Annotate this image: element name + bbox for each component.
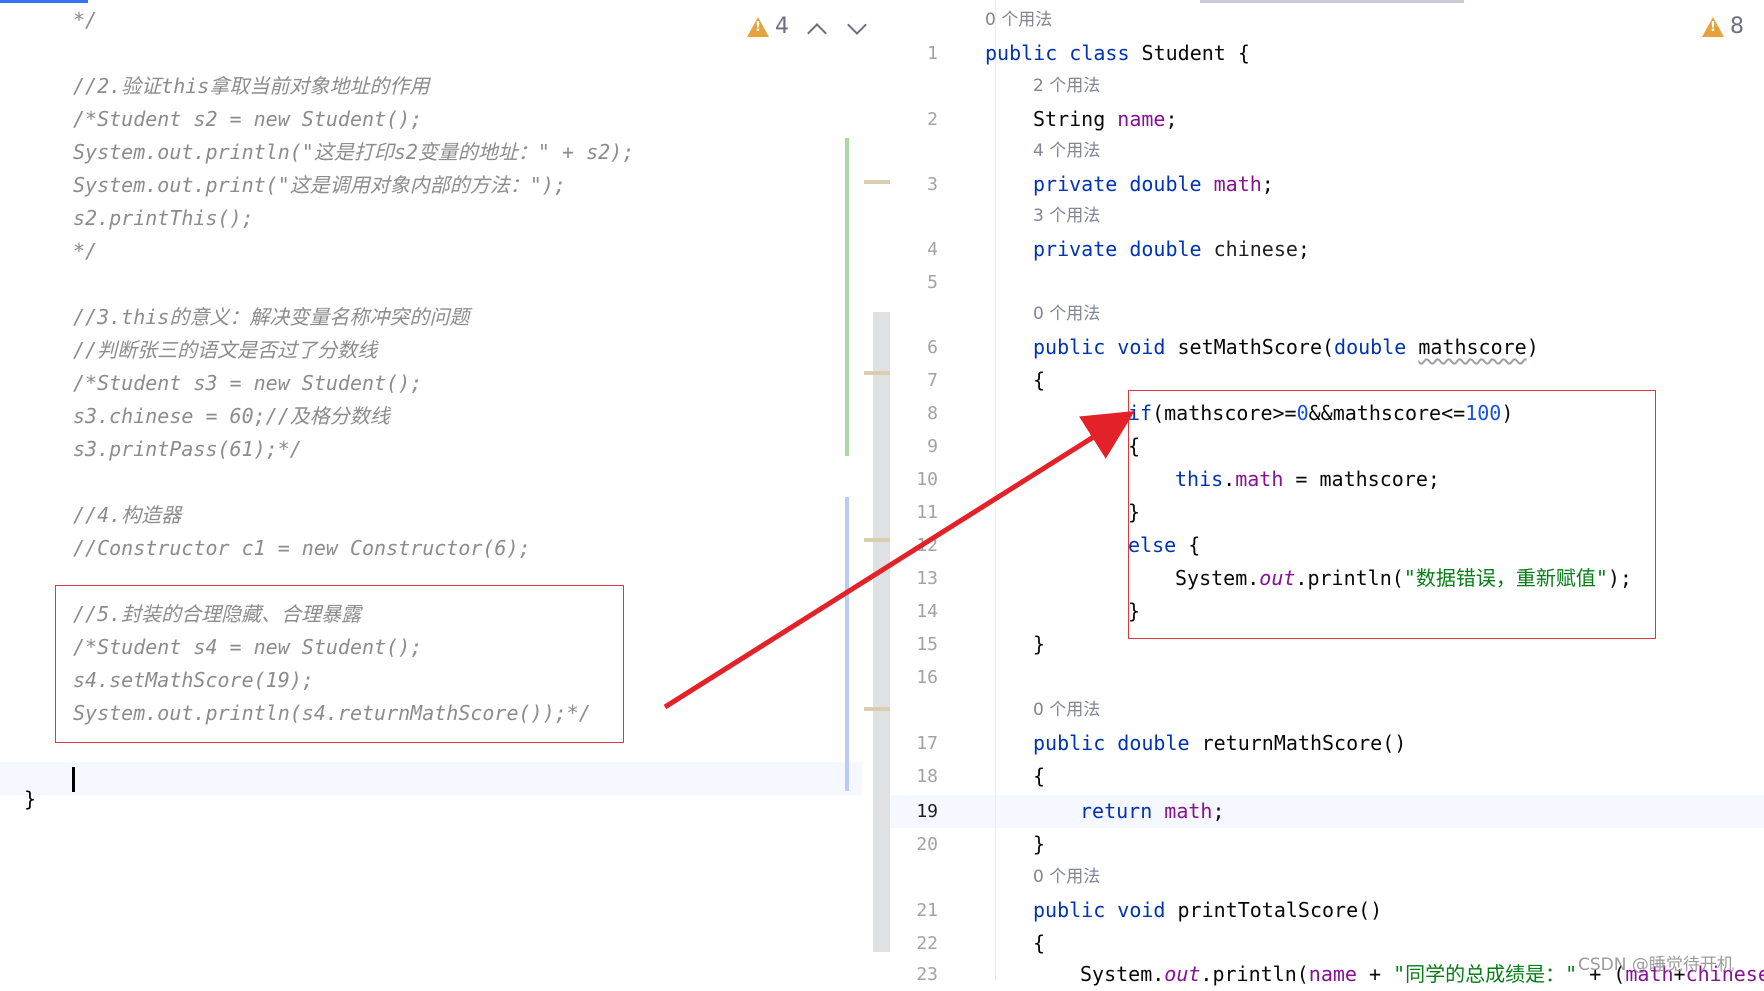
line-number[interactable]: 12 — [890, 529, 938, 562]
usage-hint[interactable]: 0 个用法 — [985, 4, 1052, 37]
code-line: //4.构造器 — [73, 503, 182, 527]
line-number[interactable]: 10 — [890, 463, 938, 496]
warning-icon — [1702, 16, 1724, 37]
tab-indicator — [0, 0, 88, 3]
code-line-7: { — [1033, 368, 1046, 392]
line-number[interactable]: 3 — [890, 168, 938, 201]
line-number[interactable]: 14 — [890, 595, 938, 628]
code-line-1: public class Student { — [985, 41, 1250, 65]
left-inspection-widget[interactable]: 4 — [747, 14, 789, 39]
line-number[interactable]: 8 — [890, 397, 938, 430]
scroll-marker — [864, 707, 890, 711]
usage-hint[interactable]: 2 个用法 — [1033, 70, 1100, 103]
code-line-4: private double chinese; — [1033, 237, 1310, 261]
line-number[interactable]: 6 — [890, 331, 938, 364]
code-line-3: private double math; — [1033, 172, 1274, 196]
tab-indicator — [1200, 0, 1464, 3]
change-marker-added[interactable] — [845, 138, 849, 456]
line-number[interactable]: 1 — [890, 37, 938, 70]
usage-hint[interactable]: 4 个用法 — [1033, 135, 1100, 168]
code-line: //判断张三的语文是否过了分数线 — [73, 338, 378, 362]
active-line-highlight — [890, 795, 1764, 828]
left-editor-pane[interactable]: */ //2.验证this拿取当前对象地址的作用 /*Student s2 = ne… — [0, 0, 890, 980]
code-line: */ — [73, 8, 98, 32]
code-line: s3.printPass(61);*/ — [73, 437, 302, 461]
closing-brace: } — [24, 787, 37, 811]
code-line-20: } — [1033, 832, 1046, 856]
code-line-6: public void setMathScore(double mathscor… — [1033, 335, 1539, 359]
watermark: CSDN @睡觉待开机 — [1578, 955, 1734, 975]
code-line-15: } — [1033, 632, 1046, 656]
line-number[interactable]: 15 — [890, 628, 938, 661]
line-number[interactable]: 7 — [890, 364, 938, 397]
scrollbar-track[interactable] — [873, 312, 890, 952]
warning-count: 8 — [1730, 14, 1744, 39]
code-line: s3.chinese = 60;//及格分数线 — [73, 404, 390, 428]
highlight-box-left — [55, 585, 624, 743]
chevron-down-icon[interactable] — [847, 15, 867, 35]
code-line: s2.printThis(); — [73, 206, 254, 230]
code-line: //Constructor c1 = new Constructor(6); — [73, 536, 531, 560]
usage-hint[interactable]: 0 个用法 — [1033, 694, 1100, 727]
text-caret — [72, 767, 75, 792]
code-line: System.out.println("这是打印s2变量的地址：" + s2); — [73, 140, 635, 164]
line-number[interactable]: 21 — [890, 894, 938, 927]
usage-hint[interactable]: 3 个用法 — [1033, 200, 1100, 233]
line-number[interactable]: 22 — [890, 927, 938, 960]
line-number[interactable]: 18 — [890, 760, 938, 793]
code-line: /*Student s2 = new Student(); — [73, 107, 423, 131]
code-line-2: String name; — [1033, 107, 1178, 131]
code-line: /*Student s3 = new Student(); — [73, 371, 423, 395]
line-number[interactable]: 5 — [890, 266, 938, 299]
code-line-22: { — [1033, 931, 1046, 955]
right-inspection-widget[interactable]: 8 — [1702, 14, 1744, 39]
scroll-marker — [864, 371, 890, 375]
warning-icon — [747, 16, 769, 37]
code-line-19: return math; — [1080, 799, 1225, 823]
code-line: //2.验证this拿取当前对象地址的作用 — [73, 74, 430, 98]
code-line: System.out.print("这是调用对象内部的方法："); — [73, 173, 566, 197]
line-number[interactable]: 23 — [890, 958, 938, 991]
line-number[interactable]: 13 — [890, 562, 938, 595]
code-line-21: public void printTotalScore() — [1033, 898, 1383, 922]
highlight-box-right — [1128, 390, 1656, 639]
warning-count: 4 — [775, 14, 789, 39]
code-line: */ — [73, 239, 98, 263]
chevron-up-icon[interactable] — [807, 23, 827, 43]
line-number[interactable]: 19 — [890, 795, 938, 828]
line-number[interactable]: 17 — [890, 727, 938, 760]
line-number[interactable]: 9 — [890, 430, 938, 463]
line-number[interactable]: 16 — [890, 661, 938, 694]
gutter-separator — [995, 0, 996, 980]
line-number[interactable]: 11 — [890, 496, 938, 529]
line-number[interactable]: 4 — [890, 233, 938, 266]
code-line-18: { — [1033, 764, 1046, 788]
current-line-highlight — [0, 762, 862, 795]
usage-hint[interactable]: 0 个用法 — [1033, 298, 1100, 331]
change-marker-modified[interactable] — [845, 497, 849, 791]
line-number[interactable]: 20 — [890, 828, 938, 861]
usage-hint[interactable]: 0 个用法 — [1033, 861, 1100, 894]
line-number[interactable]: 2 — [890, 103, 938, 136]
scroll-marker — [864, 538, 890, 542]
code-line-17: public double returnMathScore() — [1033, 731, 1407, 755]
code-line: //3.this的意义：解决变量名称冲突的问题 — [73, 305, 470, 329]
scroll-marker — [864, 180, 890, 184]
